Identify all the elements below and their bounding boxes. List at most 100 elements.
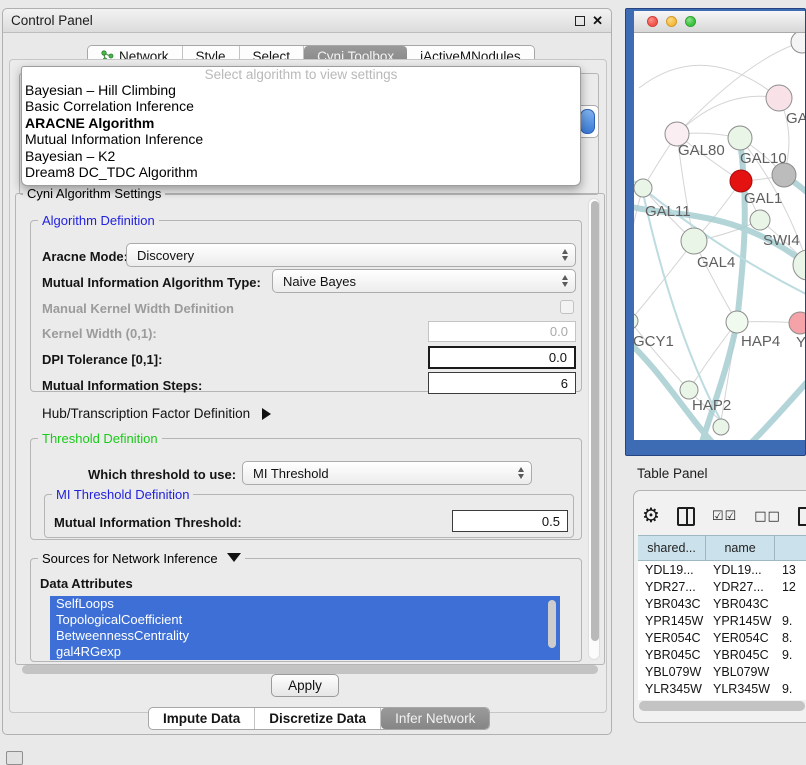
- table-row[interactable]: YDR27...YDR27...12: [638, 578, 806, 595]
- mi-type-combo[interactable]: Naive Bayes: [272, 269, 576, 293]
- network-node[interactable]: [713, 419, 729, 435]
- aracne-mode-value: Discovery: [137, 248, 194, 263]
- node-label: HAP2: [692, 397, 731, 414]
- cell: 13: [775, 561, 806, 578]
- mi-threshold-definition-title: MI Threshold Definition: [52, 487, 193, 502]
- cell: [775, 663, 806, 680]
- combo-spinner-blue: [580, 109, 595, 134]
- cell: YPR145W: [638, 612, 706, 629]
- network-node-gcy1[interactable]: [634, 313, 638, 329]
- tab-discretize-data[interactable]: Discretize Data: [255, 708, 381, 729]
- mac-minimize-icon[interactable]: [666, 16, 677, 27]
- network-node-hap4[interactable]: [726, 311, 748, 333]
- sources-title-row[interactable]: Sources for Network Inference: [38, 551, 245, 566]
- mac-close-icon[interactable]: [647, 16, 658, 27]
- popup-item-dream8[interactable]: Dream8 DC_TDC Algorithm: [22, 164, 580, 180]
- network-node-gal1[interactable]: [730, 170, 752, 192]
- attribute-betweennesscentrality[interactable]: BetweennessCentrality: [50, 628, 560, 644]
- settings-hscrollbar-thumb[interactable]: [22, 665, 598, 674]
- cell: 9.: [775, 612, 806, 629]
- network-node-pink[interactable]: [789, 312, 805, 334]
- table-row[interactable]: YLR345WYLR345W9.: [638, 680, 806, 697]
- cell: YDR27...: [638, 578, 706, 595]
- table-row[interactable]: YBR043CYBR043C: [638, 595, 806, 612]
- dpi-tolerance-value: 0.0: [549, 350, 567, 365]
- cell: YLR345W: [638, 680, 706, 697]
- cell: YDR27...: [706, 578, 775, 595]
- network-node-swi4[interactable]: [750, 210, 770, 230]
- hub-definition-label: Hub/Transcription Factor Definition: [42, 406, 250, 421]
- float-window-icon[interactable]: [575, 16, 585, 26]
- cell: 9: [775, 697, 806, 700]
- popup-item-bayesian-k2[interactable]: Bayesian – K2: [22, 148, 580, 164]
- table-row[interactable]: YIL052CYIL052C9: [638, 697, 806, 700]
- mi-steps-value: 6: [561, 376, 568, 391]
- table-row[interactable]: YBL079WYBL079W: [638, 663, 806, 680]
- kernel-width-field[interactable]: 0.0: [428, 321, 576, 342]
- settings-scrollbar-thumb[interactable]: [591, 201, 599, 641]
- cell: YBR043C: [638, 595, 706, 612]
- column-header-cut[interactable]: [775, 535, 806, 561]
- node-table: shared... name YDL19...YDL19...13 YDR27.…: [638, 535, 806, 700]
- network-node-gal[interactable]: [766, 85, 792, 111]
- table-row[interactable]: YER054CYER054C8.: [638, 629, 806, 646]
- network-graph: GAL GAL80 GAL10 GAL1 GAL11 SWI4 GAL4 GCY…: [634, 33, 805, 440]
- column-header-name[interactable]: name: [706, 535, 775, 561]
- network-node[interactable]: [791, 33, 805, 53]
- popup-item-bayesian-hill[interactable]: Bayesian – Hill Climbing: [22, 82, 580, 98]
- deselect-all-columns-icon[interactable]: □□: [754, 509, 781, 524]
- chevron-down-icon: [227, 553, 241, 562]
- mi-steps-field[interactable]: 6: [428, 372, 576, 394]
- popup-item-basic-correlation[interactable]: Basic Correlation Inference: [22, 98, 580, 114]
- select-all-columns-icon[interactable]: ☑☑: [712, 509, 737, 524]
- node-label: GAL1: [744, 190, 782, 207]
- attributes-scrollbar-thumb[interactable]: [548, 600, 556, 648]
- mi-type-label: Mutual Information Algorithm Type:: [42, 275, 261, 290]
- apply-button-label: Apply: [288, 678, 322, 693]
- minimized-panel-icon[interactable]: [6, 751, 23, 765]
- chevron-right-icon: [262, 408, 271, 420]
- gear-icon[interactable]: ⚙: [642, 506, 660, 526]
- table-row[interactable]: YPR145WYPR145W9.: [638, 612, 806, 629]
- network-node-gal11[interactable]: [634, 179, 652, 197]
- mi-threshold-field[interactable]: 0.5: [452, 510, 568, 532]
- table-row[interactable]: YDL19...YDL19...13: [638, 561, 806, 578]
- tab-impute-data-label: Impute Data: [163, 711, 240, 726]
- which-threshold-combo[interactable]: MI Threshold: [242, 461, 532, 485]
- settings-scrollbar-track[interactable]: [588, 198, 600, 660]
- node-label: GAL4: [697, 254, 735, 271]
- apply-button[interactable]: Apply: [271, 674, 339, 697]
- node-label: GAL10: [740, 150, 787, 167]
- cell: YBR045C: [638, 646, 706, 663]
- attribute-selfloops[interactable]: SelfLoops: [50, 596, 560, 612]
- table-hscrollbar-thumb[interactable]: [639, 701, 805, 711]
- aracne-mode-combo[interactable]: Discovery: [126, 243, 576, 267]
- popup-item-mutual-information[interactable]: Mutual Information Inference: [22, 131, 580, 147]
- network-window-titlebar: [634, 11, 805, 33]
- manual-kernel-checkbox[interactable]: [560, 300, 574, 314]
- attribute-gal4rgexp[interactable]: gal4RGexp: [50, 644, 560, 660]
- popup-item-aracne[interactable]: ARACNE Algorithm: [22, 115, 580, 131]
- dpi-tolerance-field[interactable]: 0.0: [428, 346, 576, 369]
- control-panel-titlebar: Control Panel ✕: [3, 9, 611, 33]
- hub-definition-toggle[interactable]: Hub/Transcription Factor Definition: [42, 406, 271, 421]
- column-header-shared[interactable]: shared...: [638, 535, 706, 561]
- tab-impute-data[interactable]: Impute Data: [149, 708, 255, 729]
- split-columns-icon[interactable]: [677, 507, 695, 526]
- table-toolbar: ⚙ ☑☑ □□: [642, 499, 806, 533]
- cell: 9.: [775, 680, 806, 697]
- document-icon[interactable]: [798, 507, 806, 526]
- table-header-row: shared... name: [638, 535, 806, 561]
- table-row[interactable]: YBR045CYBR045C9.: [638, 646, 806, 663]
- cell: YBL079W: [706, 663, 775, 680]
- tab-infer-network[interactable]: Infer Network: [381, 708, 489, 729]
- mac-zoom-icon[interactable]: [685, 16, 696, 27]
- close-icon[interactable]: ✕: [592, 16, 603, 26]
- attribute-topologicalcoefficient[interactable]: TopologicalCoefficient: [50, 612, 560, 628]
- kernel-width-value: 0.0: [550, 324, 568, 339]
- network-canvas[interactable]: GAL GAL80 GAL10 GAL1 GAL11 SWI4 GAL4 GCY…: [634, 33, 805, 440]
- table-panel-title: Table Panel: [637, 466, 708, 481]
- network-node-gal10[interactable]: [728, 126, 752, 150]
- data-attributes-label: Data Attributes: [40, 576, 133, 591]
- network-node-gal4[interactable]: [681, 228, 707, 254]
